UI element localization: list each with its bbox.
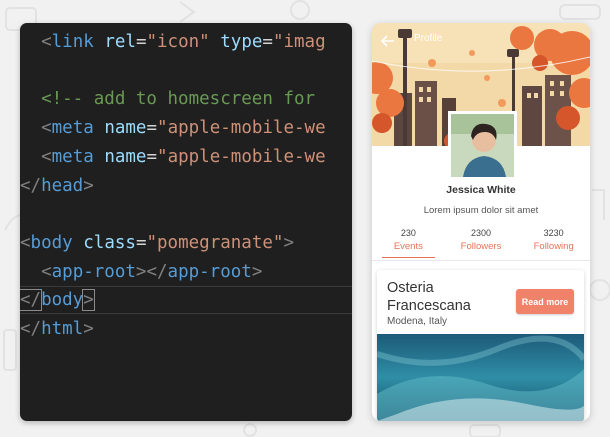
code-line[interactable]: <!-- add to homescreen for: [20, 85, 352, 113]
tab-events[interactable]: 230 Events: [372, 224, 445, 260]
code-token: meta: [51, 146, 94, 167]
code-line[interactable]: <link rel="icon" type="imag: [20, 28, 352, 56]
code-token: head: [41, 175, 84, 196]
code-token: <: [41, 118, 52, 139]
code-token: body: [30, 232, 73, 253]
stat-label: Following: [533, 241, 574, 252]
code-token: >: [83, 175, 94, 196]
code-token: "apple-mobile-we: [157, 118, 326, 139]
code-line[interactable]: <body class="pomegranate">: [20, 229, 352, 257]
code-token: <: [41, 261, 52, 282]
code-line[interactable]: [20, 200, 352, 228]
code-token: body: [41, 290, 84, 311]
code-token: =: [146, 146, 158, 167]
code-line[interactable]: <app-root></app-root>: [20, 258, 352, 286]
code-token: >: [83, 319, 94, 339]
stat-count: 3230: [543, 228, 564, 238]
avatar-photo: [451, 114, 514, 177]
code-token: name: [104, 146, 147, 167]
divider: [372, 260, 590, 261]
code-token: </: [20, 319, 42, 339]
code-token: >: [283, 232, 294, 253]
arrow-left-icon[interactable]: [379, 32, 397, 50]
code-token: type: [220, 32, 263, 52]
code-line[interactable]: </body>: [20, 286, 352, 315]
code-token: =: [146, 118, 158, 139]
code-token: name: [104, 118, 147, 139]
code-token: <!-- add to homescreen for: [41, 89, 316, 110]
code-token: "icon": [146, 32, 210, 52]
code-token: >: [251, 261, 263, 282]
card-image: [377, 334, 584, 421]
code-line[interactable]: </head>: [20, 172, 352, 200]
code-token: "imag: [272, 32, 326, 52]
code-line[interactable]: [20, 57, 352, 85]
code-token: <: [20, 232, 31, 253]
avatar: [448, 111, 517, 180]
code-token: =: [135, 232, 147, 253]
code-token: ></: [135, 261, 168, 282]
card-location: Modena, Italy: [387, 316, 448, 327]
code-token: </: [20, 289, 43, 312]
card-title: Osteria Francescana: [387, 280, 471, 314]
code-token: "apple-mobile-we: [157, 146, 326, 167]
code-line[interactable]: <meta name="apple-mobile-we: [20, 143, 352, 171]
code-editor[interactable]: <link rel="icon" type="imag <!-- add to …: [20, 23, 352, 421]
stat-label: Events: [393, 241, 423, 252]
code-token: =: [135, 32, 147, 52]
stat-count: 2300: [470, 228, 492, 238]
stat-label: Followers: [460, 241, 502, 252]
profile-bio: Lorem ipsum dolor sit amet: [423, 205, 539, 216]
profile-name: Jessica White: [446, 184, 516, 196]
code-token: app-root: [167, 261, 252, 282]
code-token: <: [41, 32, 52, 52]
code-token: >: [82, 289, 95, 312]
code-token: link: [51, 32, 94, 52]
code-token: html: [41, 319, 84, 339]
code-token: app-root: [51, 261, 136, 282]
code-token: meta: [51, 118, 94, 139]
screen-title: Profile: [414, 33, 443, 44]
phone-profile-screen: Profile Jessica White Lorem ipsum dolor …: [372, 23, 590, 421]
code-line[interactable]: <meta name="apple-mobile-we: [20, 114, 352, 142]
restaurant-card[interactable]: Osteria Francescana Modena, Italy Read m…: [377, 270, 584, 421]
code-token: </: [20, 175, 42, 196]
code-token: <: [41, 146, 52, 167]
code-line[interactable]: </html>: [20, 315, 352, 343]
profile-stats-tabs: 230 Events 2300 Followers 3230 Following: [372, 224, 590, 260]
code-token: class: [83, 232, 136, 253]
tab-following[interactable]: 3230 Following: [517, 224, 590, 260]
stat-count: 230: [400, 228, 416, 238]
code-token: =: [262, 32, 273, 52]
code-token: rel: [104, 32, 136, 52]
tab-followers[interactable]: 2300 Followers: [445, 224, 518, 260]
read-more-button[interactable]: Read more: [516, 289, 574, 314]
code-token: "pomegranate": [146, 232, 284, 253]
